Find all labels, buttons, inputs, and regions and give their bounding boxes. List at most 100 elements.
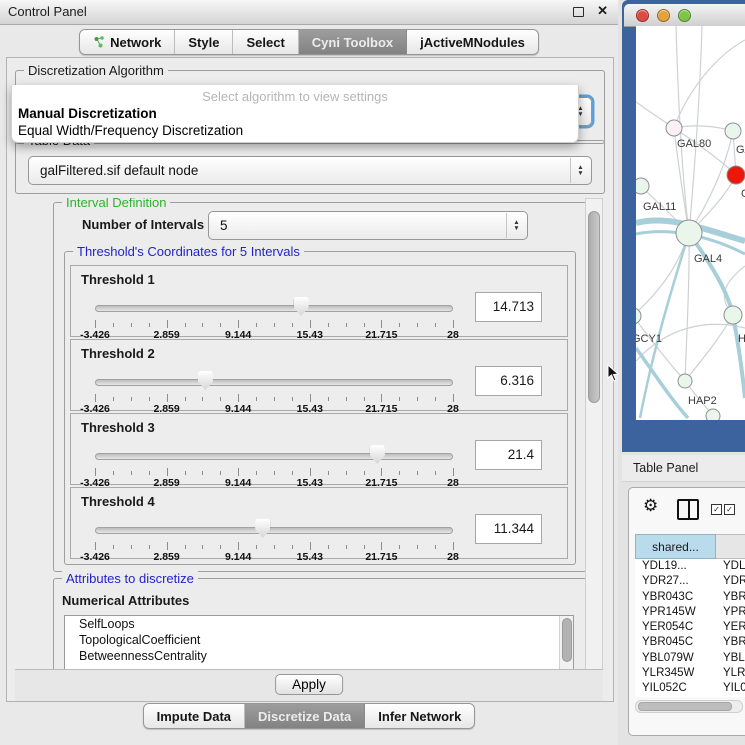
spinner-down-icon: ▼ xyxy=(577,171,583,177)
table-row[interactable]: YLR345W YLR3 xyxy=(635,666,745,681)
combo-arrows-icon[interactable]: ▲ ▼ xyxy=(506,213,526,238)
slider-track[interactable] xyxy=(95,379,453,386)
table-row[interactable]: YBR043C YBR0 xyxy=(635,590,745,605)
network-node[interactable] xyxy=(676,220,702,246)
table-cell[interactable]: YIL052C xyxy=(635,681,716,696)
slider-track[interactable] xyxy=(95,527,453,534)
slider-thumb[interactable] xyxy=(370,445,385,464)
spinner-down-icon: ▼ xyxy=(513,226,519,232)
table-cell[interactable]: YDR2 xyxy=(716,574,745,589)
tab-select[interactable]: Select xyxy=(233,30,298,54)
table-row[interactable]: YDR27... YDR2 xyxy=(635,574,745,589)
table-horizontal-scrollbar[interactable] xyxy=(635,700,743,713)
slider-track[interactable] xyxy=(95,453,453,460)
table-cell[interactable]: YBR0 xyxy=(716,635,745,650)
bottom-tabbar: Impute Data Discretize Data Infer Networ… xyxy=(0,703,618,729)
threshold-value-field[interactable]: 6.316 xyxy=(475,366,542,396)
scrollbar-thumb[interactable] xyxy=(562,618,572,662)
menu-item-manual-discretization[interactable]: Manual Discretization xyxy=(18,106,157,121)
table-cell[interactable]: YLR3 xyxy=(716,666,745,681)
slider-thumb[interactable] xyxy=(198,371,213,390)
attribute-list-item[interactable]: SelfLoops xyxy=(65,616,573,632)
tab-discretize-data[interactable]: Discretize Data xyxy=(245,704,365,728)
cyni-toolbox-panel: Discretization Algorithm ▲ ▼ Select algo… xyxy=(6,57,614,702)
panel-vertical-scrollbar[interactable] xyxy=(585,198,603,671)
table-cell[interactable]: YBL0 xyxy=(716,651,745,666)
apply-button[interactable]: Apply xyxy=(275,674,343,695)
zoom-traffic-light[interactable] xyxy=(678,9,691,22)
threshold-panel: Threshold 2 -3.4262.8599.14415.4321.7152… xyxy=(70,339,568,411)
network-node[interactable] xyxy=(636,308,641,324)
table-cell[interactable]: YDL1 xyxy=(716,559,745,574)
tab-style[interactable]: Style xyxy=(175,30,233,54)
table-cell[interactable]: YPR145W xyxy=(635,605,716,620)
slider-track[interactable] xyxy=(95,305,453,312)
table-row[interactable]: YIL052C YIL0 xyxy=(635,681,745,696)
network-node[interactable] xyxy=(725,123,741,139)
table-row[interactable]: YER054C YER0 xyxy=(635,620,745,635)
table-row[interactable]: YBL079W YBL0 xyxy=(635,651,745,666)
table-row[interactable]: YBR045C YBR0 xyxy=(635,635,745,650)
interval-definition-group: Interval Definition Number of Intervals … xyxy=(53,202,587,572)
table-data-select[interactable]: galFiltered.sif default node ▲ ▼ xyxy=(28,156,592,185)
table-cell[interactable]: YPR1 xyxy=(716,605,745,620)
table-cell[interactable]: YER054C xyxy=(635,620,716,635)
network-canvas[interactable]: GAL80GACGAL11GAL4GCY1HHAP2 xyxy=(636,26,745,420)
checkbox-icon[interactable]: ✓ xyxy=(711,504,722,515)
tab-label: Impute Data xyxy=(157,709,231,724)
table-cell[interactable]: YBR045C xyxy=(635,635,716,650)
attribute-list-item[interactable]: BetweennessCentrality xyxy=(65,648,573,664)
tab-infer-network[interactable]: Infer Network xyxy=(365,704,474,728)
columns-icon[interactable] xyxy=(677,499,699,520)
attributes-list-scrollbar[interactable] xyxy=(559,616,573,669)
table-cell[interactable]: YDR27... xyxy=(635,574,716,589)
table-row[interactable]: YPR145W YPR1 xyxy=(635,605,745,620)
table-cell[interactable]: YBR0 xyxy=(716,590,745,605)
table-panel-titlebar: Table Panel xyxy=(622,455,745,482)
attribute-list-item[interactable]: TopologicalCoefficient xyxy=(65,632,573,648)
threshold-slider[interactable]: -3.4262.8599.14415.4321.71528 xyxy=(95,442,453,484)
network-node[interactable] xyxy=(678,374,692,388)
number-of-intervals-select[interactable]: 5 ▲ ▼ xyxy=(208,211,528,240)
network-node[interactable] xyxy=(724,306,742,324)
attributes-list[interactable]: SelfLoops TopologicalCoefficient Between… xyxy=(64,615,574,669)
minimize-traffic-light[interactable] xyxy=(657,9,670,22)
slider-thumb[interactable] xyxy=(294,297,309,316)
tab-network[interactable]: Network xyxy=(80,30,175,54)
table-cell[interactable]: YBR043C xyxy=(635,590,716,605)
table-row[interactable]: YDL19... YDL1 xyxy=(635,559,745,574)
threshold-slider[interactable]: -3.4262.8599.14415.4321.71528 xyxy=(95,294,453,336)
close-traffic-light[interactable] xyxy=(636,9,649,22)
column-header-name[interactable]: na xyxy=(716,534,745,559)
scrollbar-thumb[interactable] xyxy=(638,702,732,711)
threshold-value-field[interactable]: 14.713 xyxy=(475,292,542,322)
scrollbar-thumb[interactable] xyxy=(588,211,600,403)
threshold-panel: Threshold 1 -3.4262.8599.14415.4321.7152… xyxy=(70,265,568,337)
float-window-icon[interactable] xyxy=(573,7,584,17)
table-cell[interactable]: YLR345W xyxy=(635,666,716,681)
network-node[interactable] xyxy=(666,120,682,136)
slider-thumb[interactable] xyxy=(255,519,270,538)
close-icon[interactable]: ✕ xyxy=(597,3,608,19)
threshold-value-field[interactable]: 11.344 xyxy=(475,514,542,544)
threshold-slider[interactable]: -3.4262.8599.14415.4321.71528 xyxy=(95,516,453,558)
threshold-value-field[interactable]: 21.4 xyxy=(475,440,542,470)
table-cell[interactable]: YBL079W xyxy=(635,651,716,666)
combo-arrows-icon[interactable]: ▲ ▼ xyxy=(570,158,590,183)
table-cell[interactable]: YER0 xyxy=(716,620,745,635)
table-cell[interactable]: YDL19... xyxy=(635,559,716,574)
checkbox-icon[interactable]: ✓ xyxy=(724,504,735,515)
column-header-shared[interactable]: shared... xyxy=(635,534,716,559)
threshold-slider[interactable]: -3.4262.8599.14415.4321.71528 xyxy=(95,368,453,410)
tab-jactivemnodules[interactable]: jActiveMNodules xyxy=(407,30,538,54)
menu-item-equal-width-frequency[interactable]: Equal Width/Frequency Discretization xyxy=(18,123,243,138)
gear-icon[interactable]: ⚙ xyxy=(643,496,658,516)
tab-cyni-toolbox[interactable]: Cyni Toolbox xyxy=(299,30,407,54)
network-node[interactable] xyxy=(706,409,720,420)
table-cell[interactable]: YIL0 xyxy=(716,681,745,696)
network-node-label: GA xyxy=(736,144,745,156)
tab-impute-data[interactable]: Impute Data xyxy=(144,704,245,728)
network-node[interactable] xyxy=(636,178,649,194)
network-node[interactable] xyxy=(727,166,745,184)
tab-label: jActiveMNodules xyxy=(420,35,525,50)
